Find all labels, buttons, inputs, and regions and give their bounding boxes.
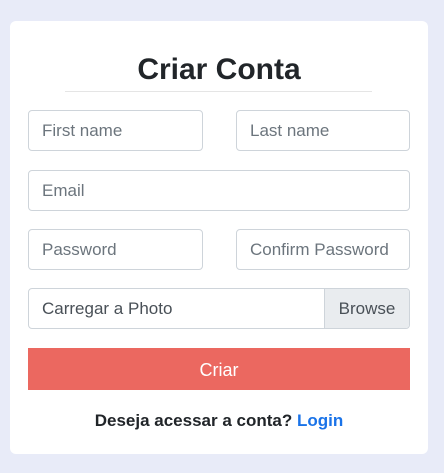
email-input[interactable] — [28, 170, 410, 211]
signup-card: Criar Conta Carregar a Photo Browse Cria… — [10, 21, 428, 454]
confirm-password-input[interactable] — [236, 229, 410, 270]
login-prompt-row: Deseja acessar a conta? Login — [10, 411, 428, 431]
photo-upload-label: Carregar a Photo — [42, 299, 173, 318]
photo-upload-field[interactable]: Carregar a Photo Browse — [28, 288, 410, 329]
create-account-button[interactable]: Criar — [28, 348, 410, 390]
password-input[interactable] — [28, 229, 203, 270]
page-title: Criar Conta — [137, 53, 301, 86]
last-name-input[interactable] — [236, 110, 410, 151]
browse-button[interactable]: Browse — [324, 289, 409, 328]
login-link[interactable]: Login — [297, 411, 343, 430]
title-divider — [65, 91, 372, 92]
first-name-input[interactable] — [28, 110, 203, 151]
login-prompt-text: Deseja acessar a conta? — [94, 411, 293, 430]
